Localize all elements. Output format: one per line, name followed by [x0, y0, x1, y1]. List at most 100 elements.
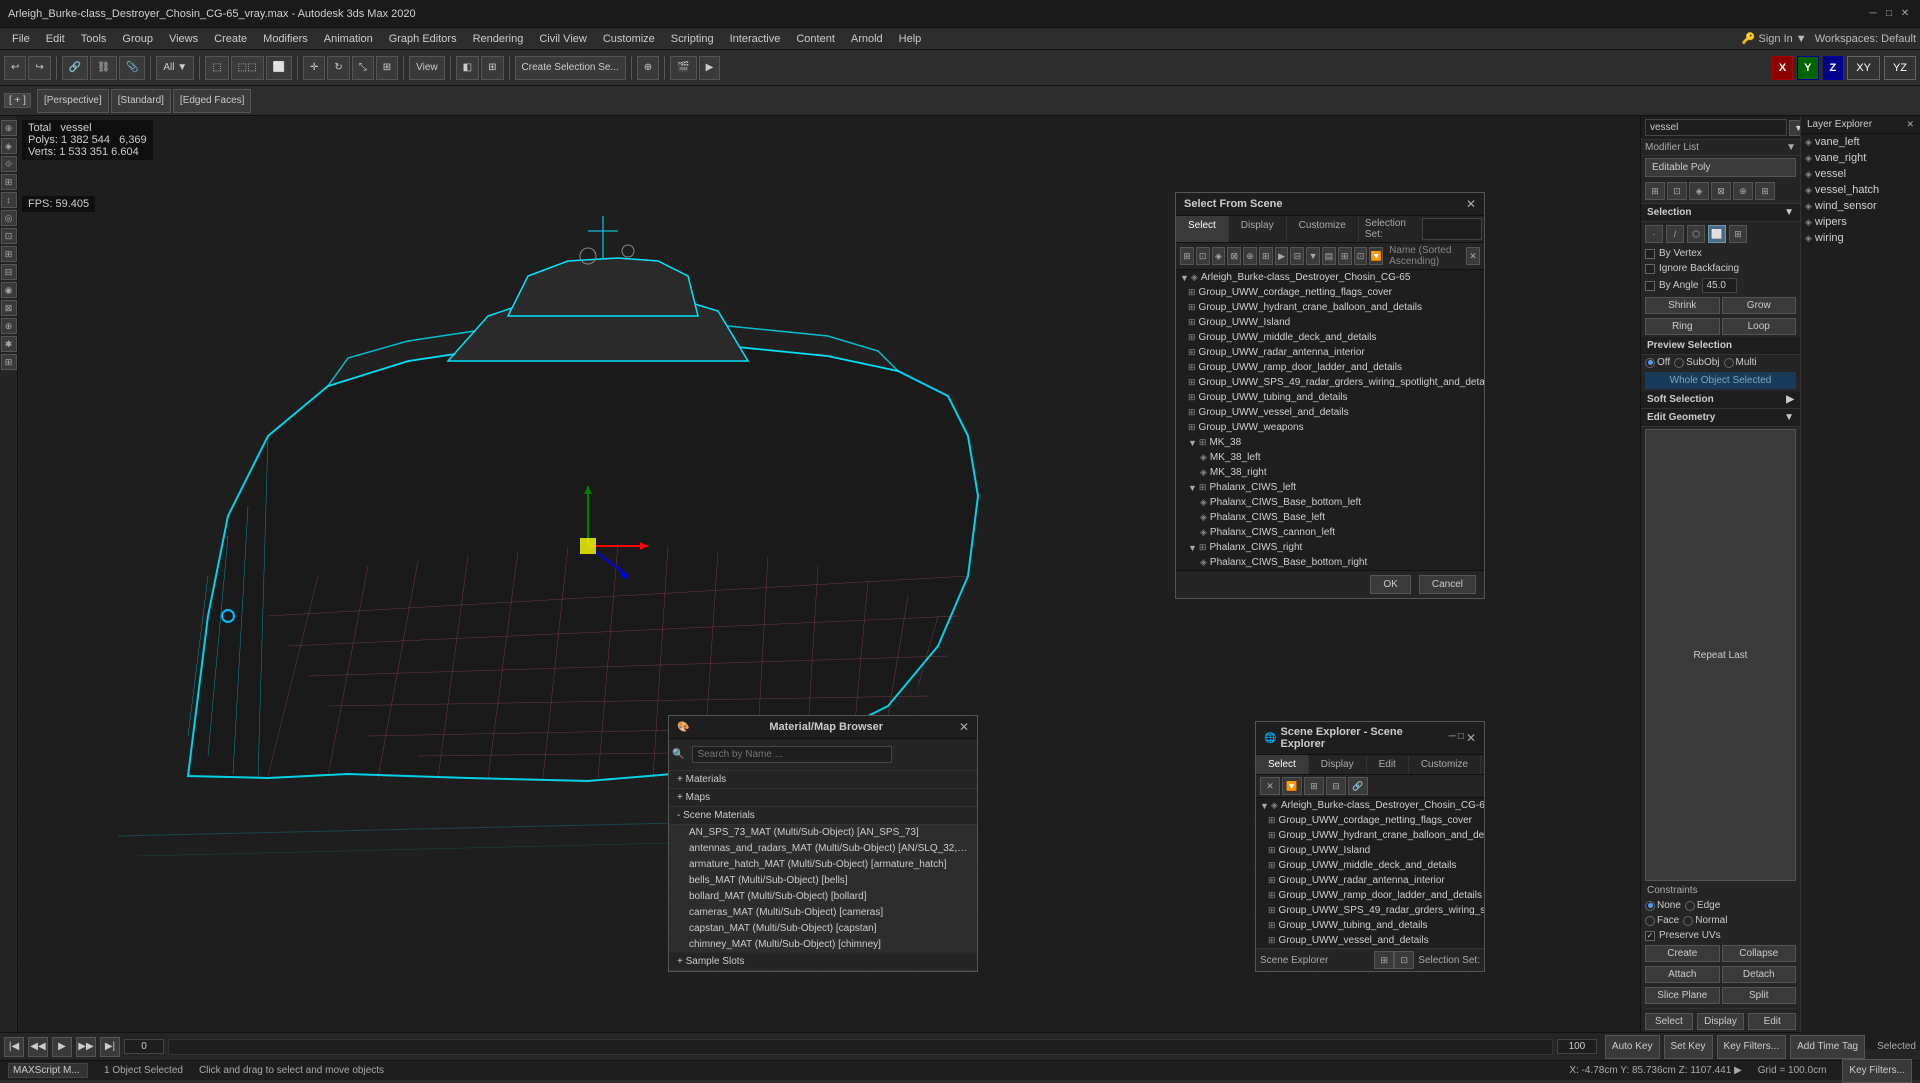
- redo-button[interactable]: ↪: [28, 56, 50, 80]
- mat-item-0[interactable]: AN_SPS_73_MAT (Multi/Sub-Object) [AN_SPS…: [669, 825, 977, 841]
- sidebar-btn-1[interactable]: ⊕: [1, 120, 17, 136]
- scene-toolbar-btn-1[interactable]: ⊞: [1180, 247, 1194, 265]
- tree-item-4[interactable]: ⊞ Group_UWW_middle_deck_and_details: [1176, 330, 1484, 345]
- sidebar-btn-13[interactable]: ✱: [1, 336, 17, 352]
- tree-item-5[interactable]: ⊞ Group_UWW_radar_antenna_interior: [1176, 345, 1484, 360]
- scene-toolbar-btn-4[interactable]: ⊠: [1227, 247, 1241, 265]
- scene-exp-tree[interactable]: ▼ ◈ Arleigh_Burke-class_Destroyer_Chosin…: [1256, 798, 1484, 948]
- preview-subobj-option[interactable]: SubObj: [1674, 357, 1719, 368]
- se-tab-select[interactable]: Select: [1256, 755, 1309, 774]
- squash-button[interactable]: ⊞: [376, 56, 398, 80]
- tree-item-6[interactable]: ⊞ Group_UWW_ramp_door_ladder_and_details: [1176, 360, 1484, 375]
- split-button[interactable]: Split: [1722, 987, 1797, 1004]
- constraint-face-option[interactable]: Face: [1645, 915, 1679, 926]
- tree-item-1[interactable]: ⊞ Group_UWW_cordage_netting_flags_cover: [1176, 285, 1484, 300]
- tl-next-frame[interactable]: ▶▶: [76, 1037, 96, 1057]
- bind-button[interactable]: 📎: [119, 56, 145, 80]
- mat-item-2[interactable]: armature_hatch_MAT (Multi/Sub-Object) [a…: [669, 857, 977, 873]
- scene-exp-close[interactable]: ✕: [1466, 731, 1476, 745]
- by-vertex-checkbox[interactable]: [1645, 249, 1655, 259]
- soft-sel-expand[interactable]: ▶: [1786, 394, 1794, 405]
- editable-poly-modifier[interactable]: Editable Poly: [1645, 158, 1796, 177]
- rotate-button[interactable]: ↻: [327, 56, 349, 80]
- detach-button[interactable]: Detach: [1722, 966, 1797, 983]
- tl-prev-frame[interactable]: ◀◀: [28, 1037, 48, 1057]
- tree-item-mk38[interactable]: ▼ ⊞ MK_38: [1176, 435, 1484, 450]
- preview-multi-radio[interactable]: [1724, 358, 1734, 368]
- se-tab-edit[interactable]: Edit: [1367, 755, 1409, 774]
- soft-selection-header[interactable]: Soft Selection ▶: [1641, 391, 1800, 409]
- tree-item-mk38l[interactable]: ◈ MK_38_left: [1176, 450, 1484, 465]
- tree-item-pr1[interactable]: ◈ Phalanx_CIWS_Base_bottom_right: [1176, 555, 1484, 570]
- se-filter-btn[interactable]: 🔽: [1282, 777, 1302, 795]
- ring-button[interactable]: Ring: [1645, 318, 1720, 335]
- se-tab-display[interactable]: Display: [1309, 755, 1367, 774]
- sidebar-btn-3[interactable]: ⟐: [1, 156, 17, 172]
- mat-section-scene[interactable]: - Scene Materials: [669, 807, 977, 825]
- by-angle-checkbox[interactable]: [1645, 281, 1655, 291]
- select-move-button[interactable]: ✛: [303, 56, 325, 80]
- select-btn-bottom[interactable]: Select: [1645, 1013, 1693, 1030]
- scene-toolbar-btn-10[interactable]: ▤: [1322, 247, 1336, 265]
- mat-item-4[interactable]: bollard_MAT (Multi/Sub-Object) [bollard]: [669, 889, 977, 905]
- sel-vertex-icon[interactable]: ·: [1645, 225, 1663, 243]
- se-tree-3[interactable]: ⊞ Group_UWW_Island: [1256, 843, 1484, 858]
- layer-item-2[interactable]: ◈ vessel: [1801, 166, 1920, 182]
- menu-animation[interactable]: Animation: [316, 31, 381, 47]
- frame-perspective-btn[interactable]: [Perspective]: [37, 89, 109, 113]
- constraint-face-radio[interactable]: [1645, 916, 1655, 926]
- mod-icon-5[interactable]: ⊕: [1733, 182, 1753, 200]
- menu-content[interactable]: Content: [788, 31, 843, 47]
- sel-element-icon[interactable]: ⊞: [1729, 225, 1747, 243]
- scene-toolbar-btn-12[interactable]: ⊡: [1354, 247, 1368, 265]
- mat-section-maps[interactable]: + Maps: [669, 789, 977, 807]
- autokey-button[interactable]: Auto Key: [1605, 1035, 1660, 1059]
- mat-item-1[interactable]: antennas_and_radars_MAT (Multi/Sub-Objec…: [669, 841, 977, 857]
- scene-toolbar-btn-3[interactable]: ◈: [1212, 247, 1226, 265]
- align-button[interactable]: ⊞: [481, 56, 503, 80]
- menu-interactive[interactable]: Interactive: [722, 31, 789, 47]
- menu-customize[interactable]: Customize: [595, 31, 663, 47]
- sel-border-icon[interactable]: ⬡: [1687, 225, 1705, 243]
- axis-z-button[interactable]: Z: [1823, 56, 1844, 80]
- preserve-uvs-checkbox[interactable]: ✓: [1645, 931, 1655, 941]
- scale-button[interactable]: ⤡: [352, 56, 374, 80]
- constraint-edge-option[interactable]: Edge: [1685, 900, 1720, 911]
- edit-geometry-header[interactable]: Edit Geometry ▼: [1641, 409, 1800, 427]
- scene-exp-maximize[interactable]: □: [1458, 731, 1464, 745]
- mod-icon-2[interactable]: ⊡: [1667, 182, 1687, 200]
- layer-item-6[interactable]: ◈ wiring: [1801, 230, 1920, 246]
- se-expand-btn[interactable]: ⊞: [1304, 777, 1324, 795]
- se-tab-customize[interactable]: Customize: [1409, 755, 1481, 774]
- tl-next-key[interactable]: ▶|: [100, 1037, 120, 1057]
- se-tree-5[interactable]: ⊞ Group_UWW_radar_antenna_interior: [1256, 873, 1484, 888]
- layer-item-0[interactable]: ◈ vane_left: [1801, 134, 1920, 150]
- constraint-none-radio[interactable]: [1645, 901, 1655, 911]
- create-button[interactable]: Create: [1645, 945, 1720, 962]
- mod-icon-3[interactable]: ◈: [1689, 182, 1709, 200]
- menu-tools[interactable]: Tools: [73, 31, 115, 47]
- tree-item-10[interactable]: ⊞ Group_UWW_weapons: [1176, 420, 1484, 435]
- object-search-input[interactable]: [1645, 119, 1787, 136]
- se-tree-root[interactable]: ▼ ◈ Arleigh_Burke-class_Destroyer_Chosin…: [1256, 798, 1484, 813]
- add-time-tag-button[interactable]: Add Time Tag: [1790, 1035, 1865, 1059]
- modifier-list-expand[interactable]: ▼: [1786, 142, 1796, 153]
- mirror-button[interactable]: ◧: [456, 56, 479, 80]
- sign-in-button[interactable]: 🔑 Sign In ▼: [1742, 32, 1807, 45]
- grow-button[interactable]: Grow: [1722, 297, 1797, 314]
- tab-select[interactable]: Select: [1176, 216, 1229, 242]
- sidebar-btn-6[interactable]: ◎: [1, 210, 17, 226]
- menu-modifiers[interactable]: Modifiers: [255, 31, 316, 47]
- cancel-button[interactable]: Cancel: [1419, 575, 1476, 594]
- preview-off-radio[interactable]: [1645, 358, 1655, 368]
- mat-browser-close[interactable]: ✕: [959, 720, 969, 734]
- constraint-normal-radio[interactable]: [1683, 916, 1693, 926]
- menu-civil-view[interactable]: Civil View: [531, 31, 594, 47]
- unlink-button[interactable]: ⛓: [90, 56, 117, 80]
- slice-plane-button[interactable]: Slice Plane: [1645, 987, 1720, 1004]
- se-tree-2[interactable]: ⊞ Group_UWW_hydrant_crane_balloon_and_de…: [1256, 828, 1484, 843]
- se-tree-1[interactable]: ⊞ Group_UWW_cordage_netting_flags_cover: [1256, 813, 1484, 828]
- tree-item-3[interactable]: ⊞ Group_UWW_Island: [1176, 315, 1484, 330]
- mod-icon-1[interactable]: ⊞: [1645, 182, 1665, 200]
- status-key-filters[interactable]: Key Filters...: [1842, 1059, 1912, 1083]
